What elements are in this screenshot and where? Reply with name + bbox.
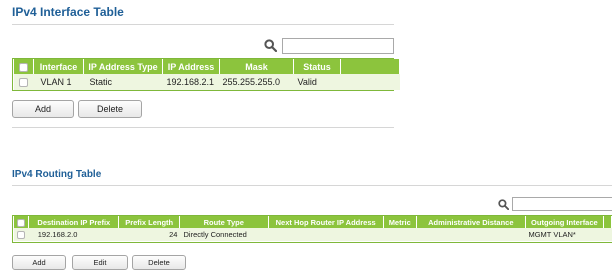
col-route-type[interactable]: Route Type — [178, 216, 269, 228]
row-checkbox[interactable] — [17, 231, 26, 239]
select-all-checkbox[interactable] — [19, 62, 28, 72]
col-destination-ip-prefix[interactable]: Destination IP Prefix — [28, 216, 120, 228]
interface-table-header-row: Interface IP Address Type IP Address Mas… — [13, 59, 400, 74]
col-status[interactable]: Status — [293, 59, 341, 74]
cell-prefix-length: 24 — [118, 228, 180, 241]
routing-title-divider — [12, 185, 612, 186]
interface-section-divider — [12, 127, 394, 128]
routing-table-title: IPv4 Routing Table — [12, 169, 102, 180]
routing-delete-button[interactable]: Delete — [132, 255, 186, 270]
routing-table: Destination IP Prefix Prefix Length Rout… — [12, 216, 612, 241]
table-row[interactable]: VLAN 1 Static 192.168.2.1 255.255.255.0 … — [13, 74, 400, 90]
cell-filler — [340, 74, 400, 90]
cell-ip-address-type: Static — [83, 74, 163, 90]
routing-search-input[interactable] — [512, 197, 612, 211]
cell-destination-ip-prefix: 192.168.2.0 — [28, 228, 119, 241]
col-prefix-length[interactable]: Prefix Length — [118, 216, 180, 228]
col-outgoing-interface[interactable]: Outgoing Interface — [524, 216, 604, 228]
cell-metric — [383, 228, 417, 241]
row-select-cell — [13, 74, 34, 90]
col-metric[interactable]: Metric — [382, 216, 417, 228]
routing-add-button[interactable]: Add — [12, 255, 66, 270]
search-icon[interactable] — [498, 199, 509, 210]
col-interface[interactable]: Interface — [33, 59, 84, 74]
interface-add-button[interactable]: Add — [12, 100, 74, 118]
cell-next-hop — [268, 228, 384, 241]
row-select-cell — [13, 228, 29, 241]
cell-status: Valid — [293, 74, 341, 90]
cell-administrative-distance — [416, 228, 526, 241]
interface-table-title: IPv4 Interface Table — [12, 5, 124, 19]
cell-interface: VLAN 1 — [33, 74, 84, 90]
col-mask[interactable]: Mask — [219, 59, 294, 74]
interface-search-input[interactable] — [282, 38, 394, 54]
interface-delete-button[interactable]: Delete — [78, 100, 142, 118]
search-icon[interactable] — [264, 39, 277, 52]
col-next-hop[interactable]: Next Hop Router IP Address — [267, 216, 384, 228]
col-filler — [340, 59, 400, 74]
routing-table-header-row: Destination IP Prefix Prefix Length Rout… — [12, 216, 612, 228]
cell-outgoing-interface: MGMT VLAN* — [525, 228, 604, 241]
table-row[interactable]: 192.168.2.0 24 Directly Connected MGMT V… — [13, 228, 612, 241]
routing-edit-button[interactable]: Edit — [72, 255, 128, 270]
col-administrative-distance[interactable]: Administrative Distance — [415, 216, 526, 228]
row-checkbox[interactable] — [19, 78, 28, 88]
cell-ip-address: 192.168.2.1 — [162, 74, 220, 90]
interface-table: Interface IP Address Type IP Address Mas… — [13, 59, 400, 90]
col-filler — [602, 216, 612, 228]
select-all-cell — [12, 216, 30, 228]
select-all-checkbox[interactable] — [17, 218, 26, 227]
col-ip-address[interactable]: IP Address — [162, 59, 220, 74]
interface-title-divider — [12, 24, 394, 25]
cell-route-type: Directly Connected — [179, 228, 268, 241]
cell-mask: 255.255.255.0 — [219, 74, 294, 90]
cell-filler — [603, 228, 612, 241]
select-all-cell — [13, 59, 34, 74]
col-ip-address-type[interactable]: IP Address Type — [83, 59, 163, 74]
